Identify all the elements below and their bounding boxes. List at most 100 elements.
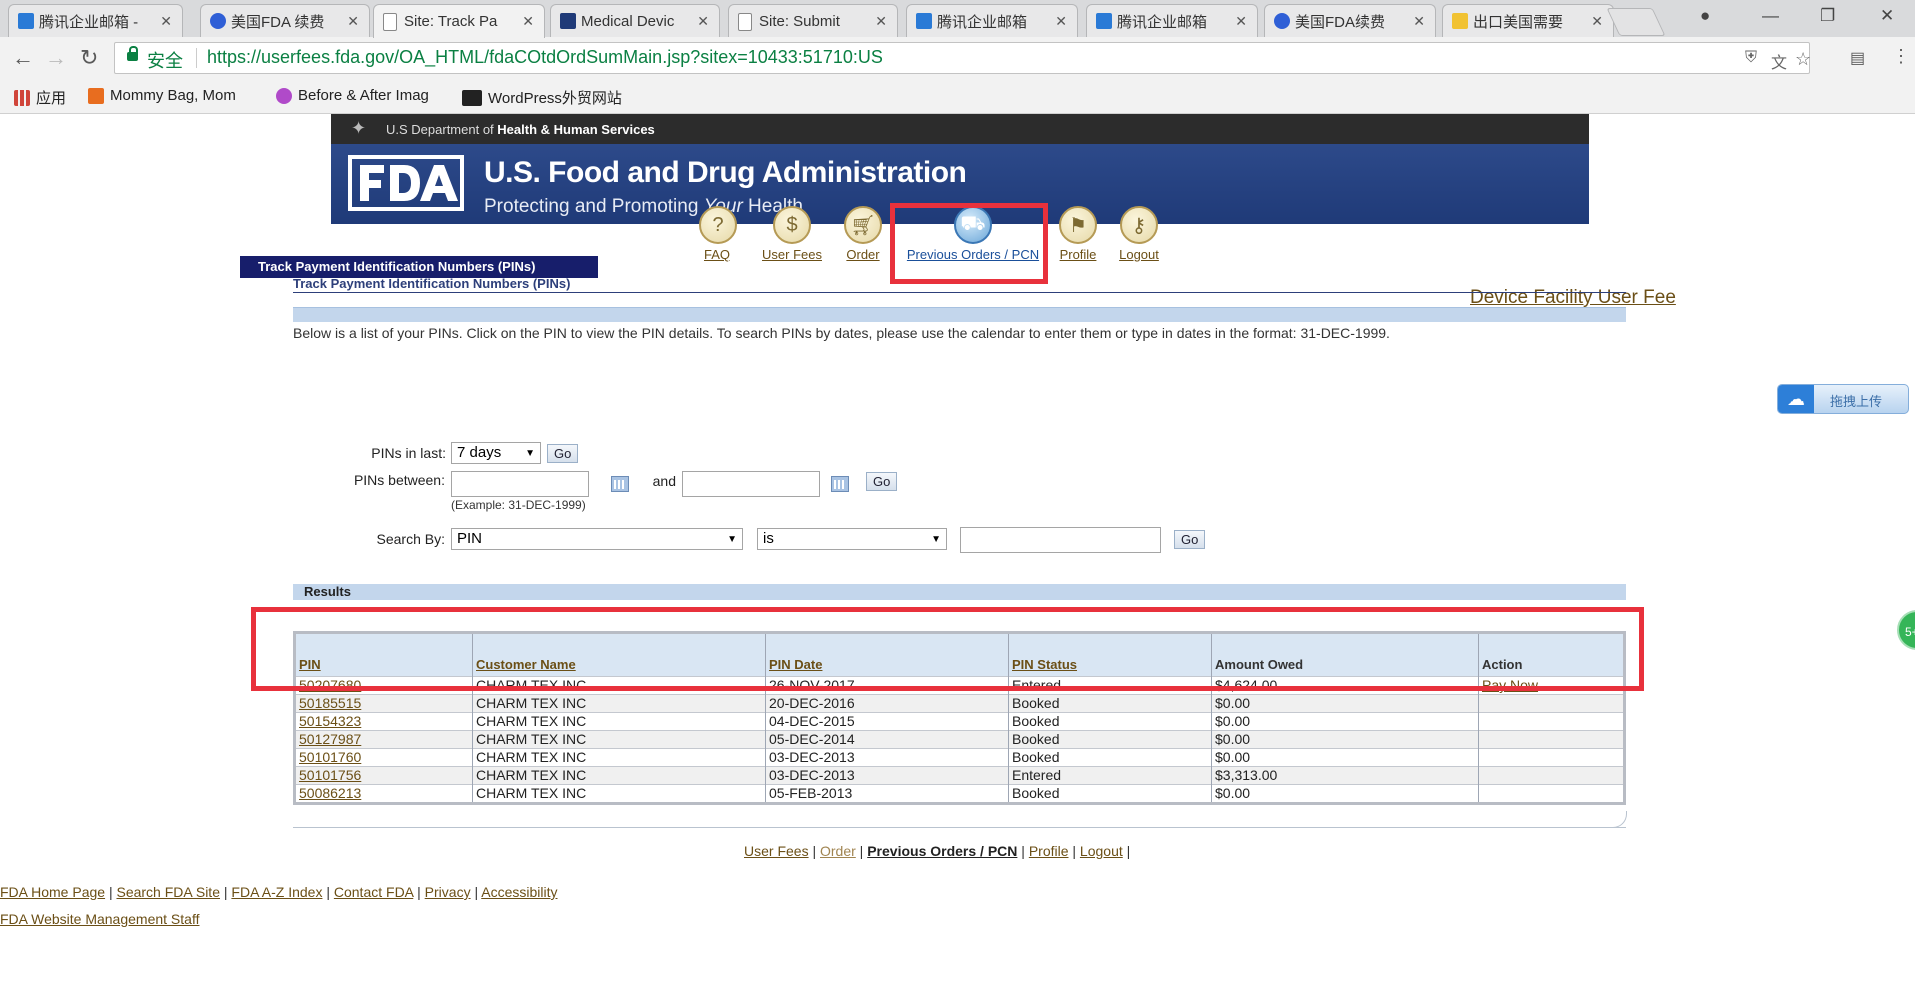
calendar-icon[interactable] [831,476,849,492]
back-icon[interactable]: ← [12,45,34,71]
pin-link[interactable]: 50101756 [299,767,361,783]
notification-bubble[interactable]: 5+ [1897,610,1915,650]
close-icon[interactable]: ✕ [1413,13,1425,30]
calendar-icon[interactable] [611,476,629,492]
close-icon[interactable]: ✕ [875,13,887,30]
browser-tab-strip: 腾讯企业邮箱 - ✕ 美国FDA 续费 ✕ Site: Track Pa ✕ M… [0,0,1915,38]
address-bar[interactable]: 安全 https://userfees.fda.gov/OA_HTML/fdaC… [114,42,1811,74]
nav-logout[interactable]: ⚷ Logout [1117,206,1161,262]
translate-icon[interactable]: 文 [1771,49,1787,73]
footer-link-staff[interactable]: FDA Website Management Staff [0,911,199,927]
tab-label: Site: Track Pa [404,13,498,30]
nav-order[interactable]: 🛒︎ Order [843,206,883,262]
end-date-input[interactable] [682,471,820,497]
url-text[interactable]: https://userfees.fda.gov/OA_HTML/fdaCOtd… [207,47,883,68]
footer-link-fda-home[interactable]: FDA Home Page [0,884,105,900]
close-icon[interactable]: ✕ [1055,13,1067,30]
customer-cell: CHARM TEX INC [472,712,766,731]
close-icon[interactable]: ✕ [347,13,359,30]
status-cell: Booked [1008,730,1212,749]
footer-link-logout[interactable]: Logout [1080,843,1123,859]
close-icon[interactable]: ✕ [522,13,534,30]
go-button-last[interactable]: Go [547,444,579,463]
pin-link[interactable]: 50101760 [299,749,361,765]
nav-user-fees[interactable]: $ User Fees [757,206,827,262]
extension-icon[interactable]: ▤ [1850,48,1865,68]
date-cell: 03-DEC-2013 [765,766,1009,785]
reload-icon[interactable]: ↻ [80,45,98,71]
profile-icon[interactable]: ● [1700,6,1710,26]
go-button-search[interactable]: Go [1174,530,1206,549]
status-cell: Booked [1008,784,1212,804]
close-window-icon[interactable]: ✕ [1880,6,1894,26]
minimize-icon[interactable]: — [1762,6,1779,26]
table-row: 50154323 CHARM TEX INC 04-DEC-2015 Booke… [294,712,1625,731]
action-cell [1478,784,1625,804]
browser-tab[interactable]: 美国FDA 续费 ✕ [200,4,370,37]
footer-link-contact[interactable]: Contact FDA [334,884,413,900]
go-button-between[interactable]: Go [866,472,898,491]
table-row: 50127987 CHARM TEX INC 05-DEC-2014 Booke… [294,730,1625,749]
close-icon[interactable]: ✕ [160,13,172,30]
user-fees-icon: $ [773,206,811,244]
footer-link-az-index[interactable]: FDA A-Z Index [231,884,322,900]
tab-label: Medical Devic [581,12,675,30]
pin-link[interactable]: 50127987 [299,731,361,747]
footer-link-search[interactable]: Search FDA Site [116,884,220,900]
browser-tab[interactable]: Medical Devic ✕ [550,4,720,37]
shield-icon[interactable]: ⛨ [1745,49,1757,67]
browser-tab[interactable]: 腾讯企业邮箱 ✕ [906,4,1078,37]
start-date-input[interactable] [451,471,589,497]
date-cell: 20-DEC-2016 [765,694,1009,713]
device-facility-user-fee-link[interactable]: Device Facility User Fee [1470,287,1676,309]
footer-link-order[interactable]: Order [820,843,856,859]
forward-icon[interactable]: → [45,45,67,71]
footer-link-previous-orders[interactable]: Previous Orders / PCN [867,843,1017,859]
close-icon[interactable]: ✕ [1591,13,1603,30]
amount-cell: $0.00 [1211,694,1479,713]
nav-faq[interactable]: ? FAQ [699,206,737,262]
browser-tab[interactable]: 美国FDA续费 ✕ [1264,4,1436,37]
footer-links: FDA Home Page | Search FDA Site | FDA A-… [0,884,558,900]
tab-label: 出口美国需要 [1473,13,1564,31]
bookmark-apps[interactable]: 应用 [14,87,66,108]
drag-upload-widget[interactable]: ☁ 拖拽上传 [1777,384,1909,414]
amount-cell: $0.00 [1211,712,1479,731]
amount-cell: $3,313.00 [1211,766,1479,785]
pin-link[interactable]: 50185515 [299,695,361,711]
table-row: 50185515 CHARM TEX INC 20-DEC-2016 Booke… [294,694,1625,713]
operator-select[interactable]: is [757,528,947,550]
mail-icon [1096,13,1112,29]
footer-link-accessibility[interactable]: Accessibility [481,884,557,900]
section-subtitle: Track Payment Identification Numbers (PI… [293,276,571,291]
action-cell [1478,730,1625,749]
browser-tab[interactable]: 腾讯企业邮箱 - ✕ [8,4,183,37]
nav-profile[interactable]: ⚑ Profile [1058,206,1098,262]
footer-nav: User Fees | Order | Previous Orders / PC… [744,843,1131,859]
browser-tab[interactable]: Site: Submit ✕ [728,4,898,37]
bookmark-item[interactable]: Mommy Bag, Mom [88,87,236,104]
browser-tab[interactable]: 腾讯企业邮箱 ✕ [1086,4,1258,37]
nav-label: Order [846,247,880,262]
bookmark-item[interactable]: WordPress外贸网站 [462,87,622,108]
footer-link-profile[interactable]: Profile [1029,843,1069,859]
menu-icon[interactable]: ⋮ [1892,46,1910,67]
baidu-paw-icon [1274,13,1290,29]
footer-link-user-fees[interactable]: User Fees [744,843,809,859]
star-icon[interactable]: ☆ [1795,49,1811,70]
pin-link[interactable]: 50154323 [299,713,361,729]
search-value-input[interactable] [960,527,1161,553]
bookmark-item[interactable]: Before & After Imag [276,87,429,104]
close-icon[interactable]: ✕ [1235,13,1247,30]
search-by-label: Search By: [376,531,445,547]
restore-icon[interactable]: ❐ [1820,6,1835,26]
new-tab-button[interactable] [1606,8,1666,36]
pin-link[interactable]: 50086213 [299,785,361,801]
baidu-paw-icon [210,13,226,29]
browser-tab-active[interactable]: Site: Track Pa ✕ [373,4,545,38]
close-icon[interactable]: ✕ [697,13,709,30]
pins-in-last-select[interactable]: 7 days [451,442,541,464]
search-by-select[interactable]: PIN [451,528,743,550]
footer-link-privacy[interactable]: Privacy [425,884,471,900]
browser-tab[interactable]: 出口美国需要 ✕ [1442,4,1614,37]
